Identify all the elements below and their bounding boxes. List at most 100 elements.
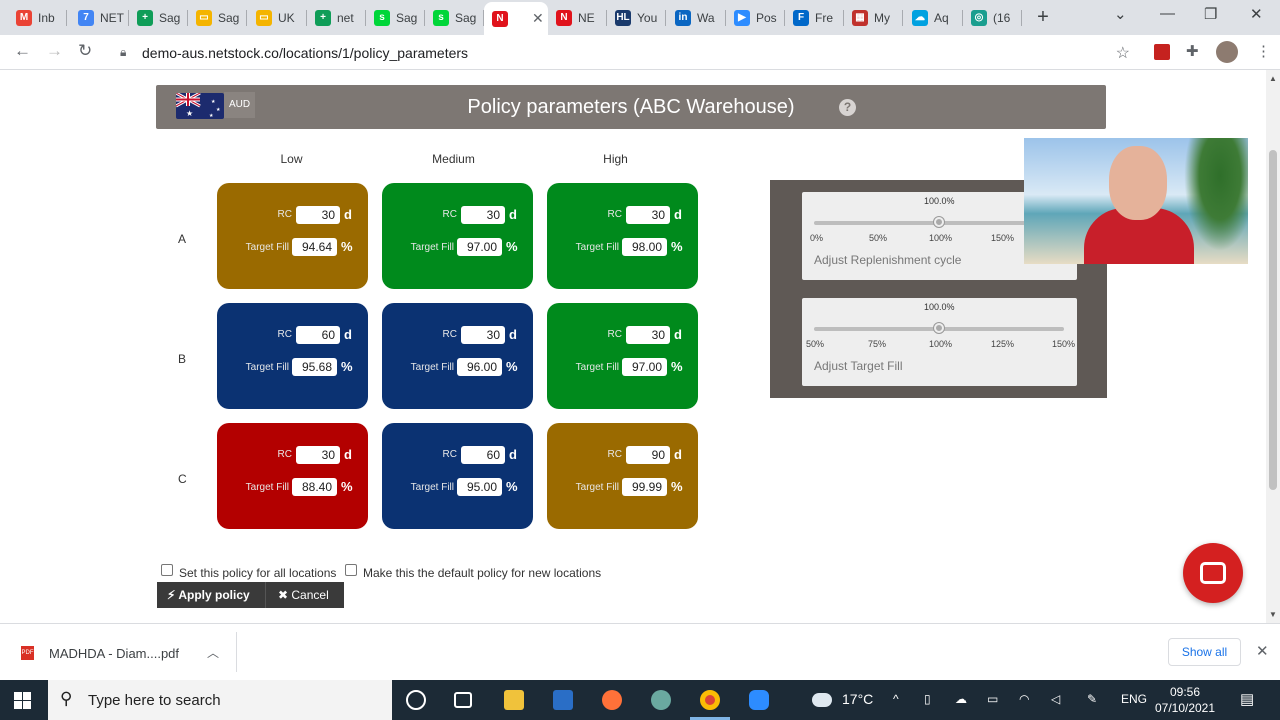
file-explorer-icon[interactable]	[504, 690, 524, 710]
weather-icon[interactable]	[812, 693, 832, 707]
snipping-tool-icon[interactable]	[651, 690, 671, 710]
browser-tab[interactable]: ▭ UK	[248, 4, 307, 31]
notifications-icon[interactable]: ▤	[1240, 690, 1254, 708]
temperature[interactable]: 17°C	[842, 691, 873, 707]
browser-tab[interactable]: ▭ Sag	[188, 4, 247, 31]
default-policy-checkbox[interactable]	[345, 564, 357, 576]
linkedin-icon: in	[675, 9, 691, 26]
restore-button[interactable]: ❐	[1204, 5, 1217, 23]
new-tab-button[interactable]: +	[1034, 7, 1052, 27]
rc-input[interactable]: 30	[461, 326, 505, 344]
tab-search-icon[interactable]: ⌄	[1114, 5, 1127, 23]
target-fill-input[interactable]: 97.00	[622, 358, 667, 376]
rc-input[interactable]: 60	[461, 446, 505, 464]
browser-tab[interactable]: in Wa	[667, 4, 726, 31]
rc-input[interactable]: 30	[626, 326, 670, 344]
reload-icon[interactable]: ↻	[78, 41, 92, 61]
extension-icon[interactable]	[1154, 44, 1170, 60]
puzzle-icon[interactable]: ✚	[1186, 42, 1199, 60]
clock[interactable]: 09:56 07/10/2021	[1150, 684, 1220, 716]
taskbar-search-box[interactable]: ⚲ Type here to search	[48, 680, 392, 720]
target-fill-slider-track[interactable]	[814, 323, 1064, 333]
task-view-icon[interactable]	[454, 692, 472, 708]
browser-tab[interactable]: N ✕	[484, 2, 548, 35]
page-scrollbar[interactable]: ▲ ▼	[1266, 70, 1280, 623]
browser-tab[interactable]: s Sag	[425, 4, 484, 31]
default-policy-label[interactable]: Make this the default policy for new loc…	[363, 566, 601, 580]
browser-tab[interactable]: ◎ (16	[963, 4, 1022, 31]
slider-tick: 100%	[929, 339, 953, 349]
wifi-icon[interactable]: ◠	[1019, 692, 1029, 706]
pen-icon[interactable]: ✎	[1087, 692, 1097, 706]
target-fill-input[interactable]: 94.64	[292, 238, 337, 256]
cancel-button[interactable]: ✖ Cancel	[265, 582, 344, 608]
scrollbar-thumb[interactable]	[1269, 150, 1277, 490]
download-filename[interactable]: MADHDA - Diam....pdf	[49, 646, 179, 661]
battery-icon[interactable]: ▭	[987, 692, 998, 706]
profile-avatar[interactable]	[1216, 41, 1238, 63]
browser-tab[interactable]: ▦ My	[844, 4, 903, 31]
target-fill-input[interactable]: 88.40	[292, 478, 337, 496]
help-icon[interactable]: ?	[839, 99, 856, 116]
chat-launcher-button[interactable]	[1183, 543, 1243, 603]
apply-policy-button[interactable]: ⚡︎ Apply policy	[157, 582, 265, 608]
cortana-icon[interactable]	[406, 690, 426, 710]
bookmark-star-icon[interactable]: ☆	[1116, 43, 1130, 63]
close-tab-icon[interactable]: ✕	[532, 10, 544, 27]
browser-tab[interactable]: F Fre	[785, 4, 844, 31]
close-icon[interactable]: ✕	[1256, 642, 1269, 660]
forward-icon[interactable]: →	[46, 41, 63, 61]
rc-input[interactable]: 60	[296, 326, 340, 344]
back-icon[interactable]: ←	[14, 41, 31, 61]
browser-tab[interactable]: ▶ Pos	[726, 4, 785, 31]
chevron-up-icon[interactable]: ︿	[207, 644, 219, 661]
chrome-icon[interactable]	[700, 690, 720, 710]
rc-input[interactable]: 30	[296, 446, 340, 464]
browser-tab[interactable]: + Sag	[129, 4, 188, 31]
browser-tab[interactable]: M Inb	[8, 4, 67, 31]
rc-unit: d	[344, 447, 352, 462]
menu-icon[interactable]: ⋮	[1256, 42, 1271, 60]
target-fill-input[interactable]: 99.99	[622, 478, 667, 496]
replenishment-slider-handle[interactable]	[934, 217, 944, 227]
target-fill-input[interactable]: 98.00	[622, 238, 667, 256]
scroll-up-icon[interactable]: ▲	[1269, 74, 1277, 83]
all-locations-checkbox[interactable]	[161, 564, 173, 576]
chevron-up-icon[interactable]: ^	[893, 692, 899, 706]
firefox-icon[interactable]	[602, 690, 622, 710]
volume-icon[interactable]: ◁	[1051, 692, 1060, 706]
language-indicator[interactable]: ENG	[1121, 692, 1147, 706]
address-bar[interactable]: 🔒︎ demo-aus.netstock.co/locations/1/poli…	[108, 39, 1138, 67]
browser-tab[interactable]: HL You	[607, 4, 666, 31]
show-all-button[interactable]: Show all	[1168, 638, 1241, 666]
minimize-button[interactable]: —	[1160, 5, 1175, 22]
target-fill-input[interactable]: 95.00	[457, 478, 502, 496]
windows-start-icon[interactable]	[14, 692, 31, 709]
target-fill-input[interactable]: 96.00	[457, 358, 502, 376]
browser-tab[interactable]: s Sag	[366, 4, 425, 31]
close-window-button[interactable]: ✕	[1250, 5, 1263, 23]
webcam-video-overlay[interactable]	[1024, 138, 1248, 264]
browser-tab[interactable]: 7 NET	[70, 4, 129, 31]
target-fill-input[interactable]: 97.00	[457, 238, 502, 256]
all-locations-label[interactable]: Set this policy for all locations	[179, 566, 336, 580]
lock-icon[interactable]: 🔒︎	[120, 45, 126, 60]
rc-input[interactable]: 30	[296, 206, 340, 224]
browser-tab[interactable]: + net	[307, 4, 366, 31]
target-fill-input[interactable]: 95.68	[292, 358, 337, 376]
rc-unit: d	[344, 327, 352, 342]
url-text[interactable]: demo-aus.netstock.co/locations/1/policy_…	[142, 45, 468, 61]
tablet-icon[interactable]: ▯	[924, 692, 931, 706]
rc-input[interactable]: 90	[626, 446, 670, 464]
browser-tab[interactable]: ☁ Aq	[904, 4, 963, 31]
target-fill-slider-handle[interactable]	[934, 323, 944, 333]
onedrive-icon[interactable]: ☁	[955, 692, 967, 706]
store-icon[interactable]	[553, 690, 573, 710]
tab-separator	[246, 10, 247, 26]
zoom-icon[interactable]	[749, 690, 769, 710]
policy-cell-c-low: RC 30 d Target Fill 88.40%	[217, 423, 368, 529]
browser-tab[interactable]: N NE	[548, 4, 607, 31]
rc-input[interactable]: 30	[461, 206, 505, 224]
rc-input[interactable]: 30	[626, 206, 670, 224]
scroll-down-icon[interactable]: ▼	[1269, 610, 1277, 619]
